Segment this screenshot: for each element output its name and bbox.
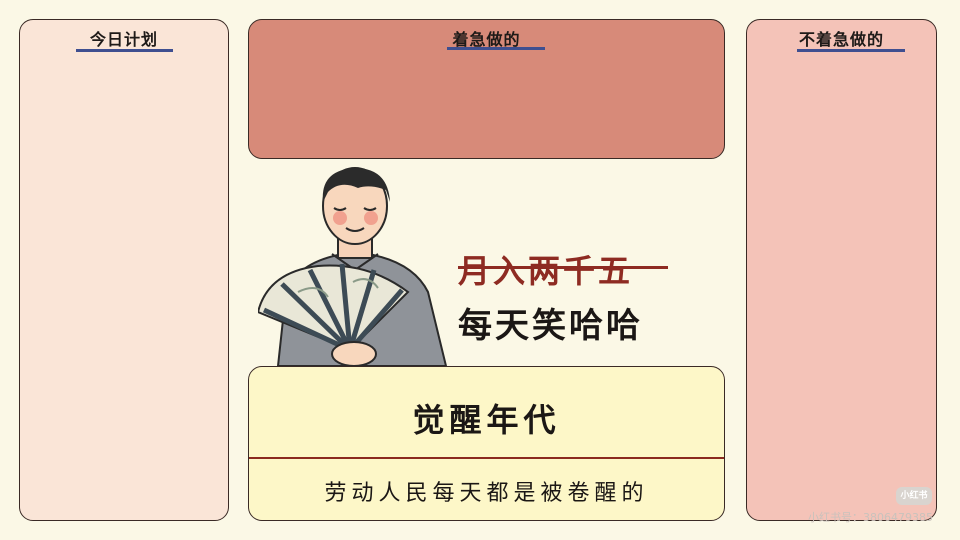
slogan-text: 每天笑哈哈 [458, 306, 643, 346]
not-urgent-title: 不着急做的 [798, 30, 884, 49]
man-with-fan-illustration [258, 167, 448, 366]
card-subline: 劳动人民每天都是被卷醒的 [324, 481, 649, 506]
not-urgent-panel: 不着急做的 [746, 19, 937, 521]
today-plan-panel: 今日计划 [19, 19, 229, 521]
struck-income-text: 月入两千五 [458, 252, 634, 290]
card-divider [249, 457, 724, 459]
awakening-card: 觉醒年代 劳动人民每天都是被卷醒的 [248, 366, 725, 521]
card-headline: 觉醒年代 [412, 401, 561, 439]
xiaohongshu-logo-badge: 小红书 [896, 487, 932, 505]
urgent-panel: 着急做的 [248, 19, 725, 159]
not-urgent-underline [797, 49, 905, 52]
urgent-underline [447, 47, 545, 50]
today-plan-underline [76, 49, 173, 52]
today-plan-title: 今日计划 [89, 30, 158, 49]
strikethrough-line [458, 266, 668, 269]
watermark-text: 小红书号：3806479385 [808, 511, 933, 524]
